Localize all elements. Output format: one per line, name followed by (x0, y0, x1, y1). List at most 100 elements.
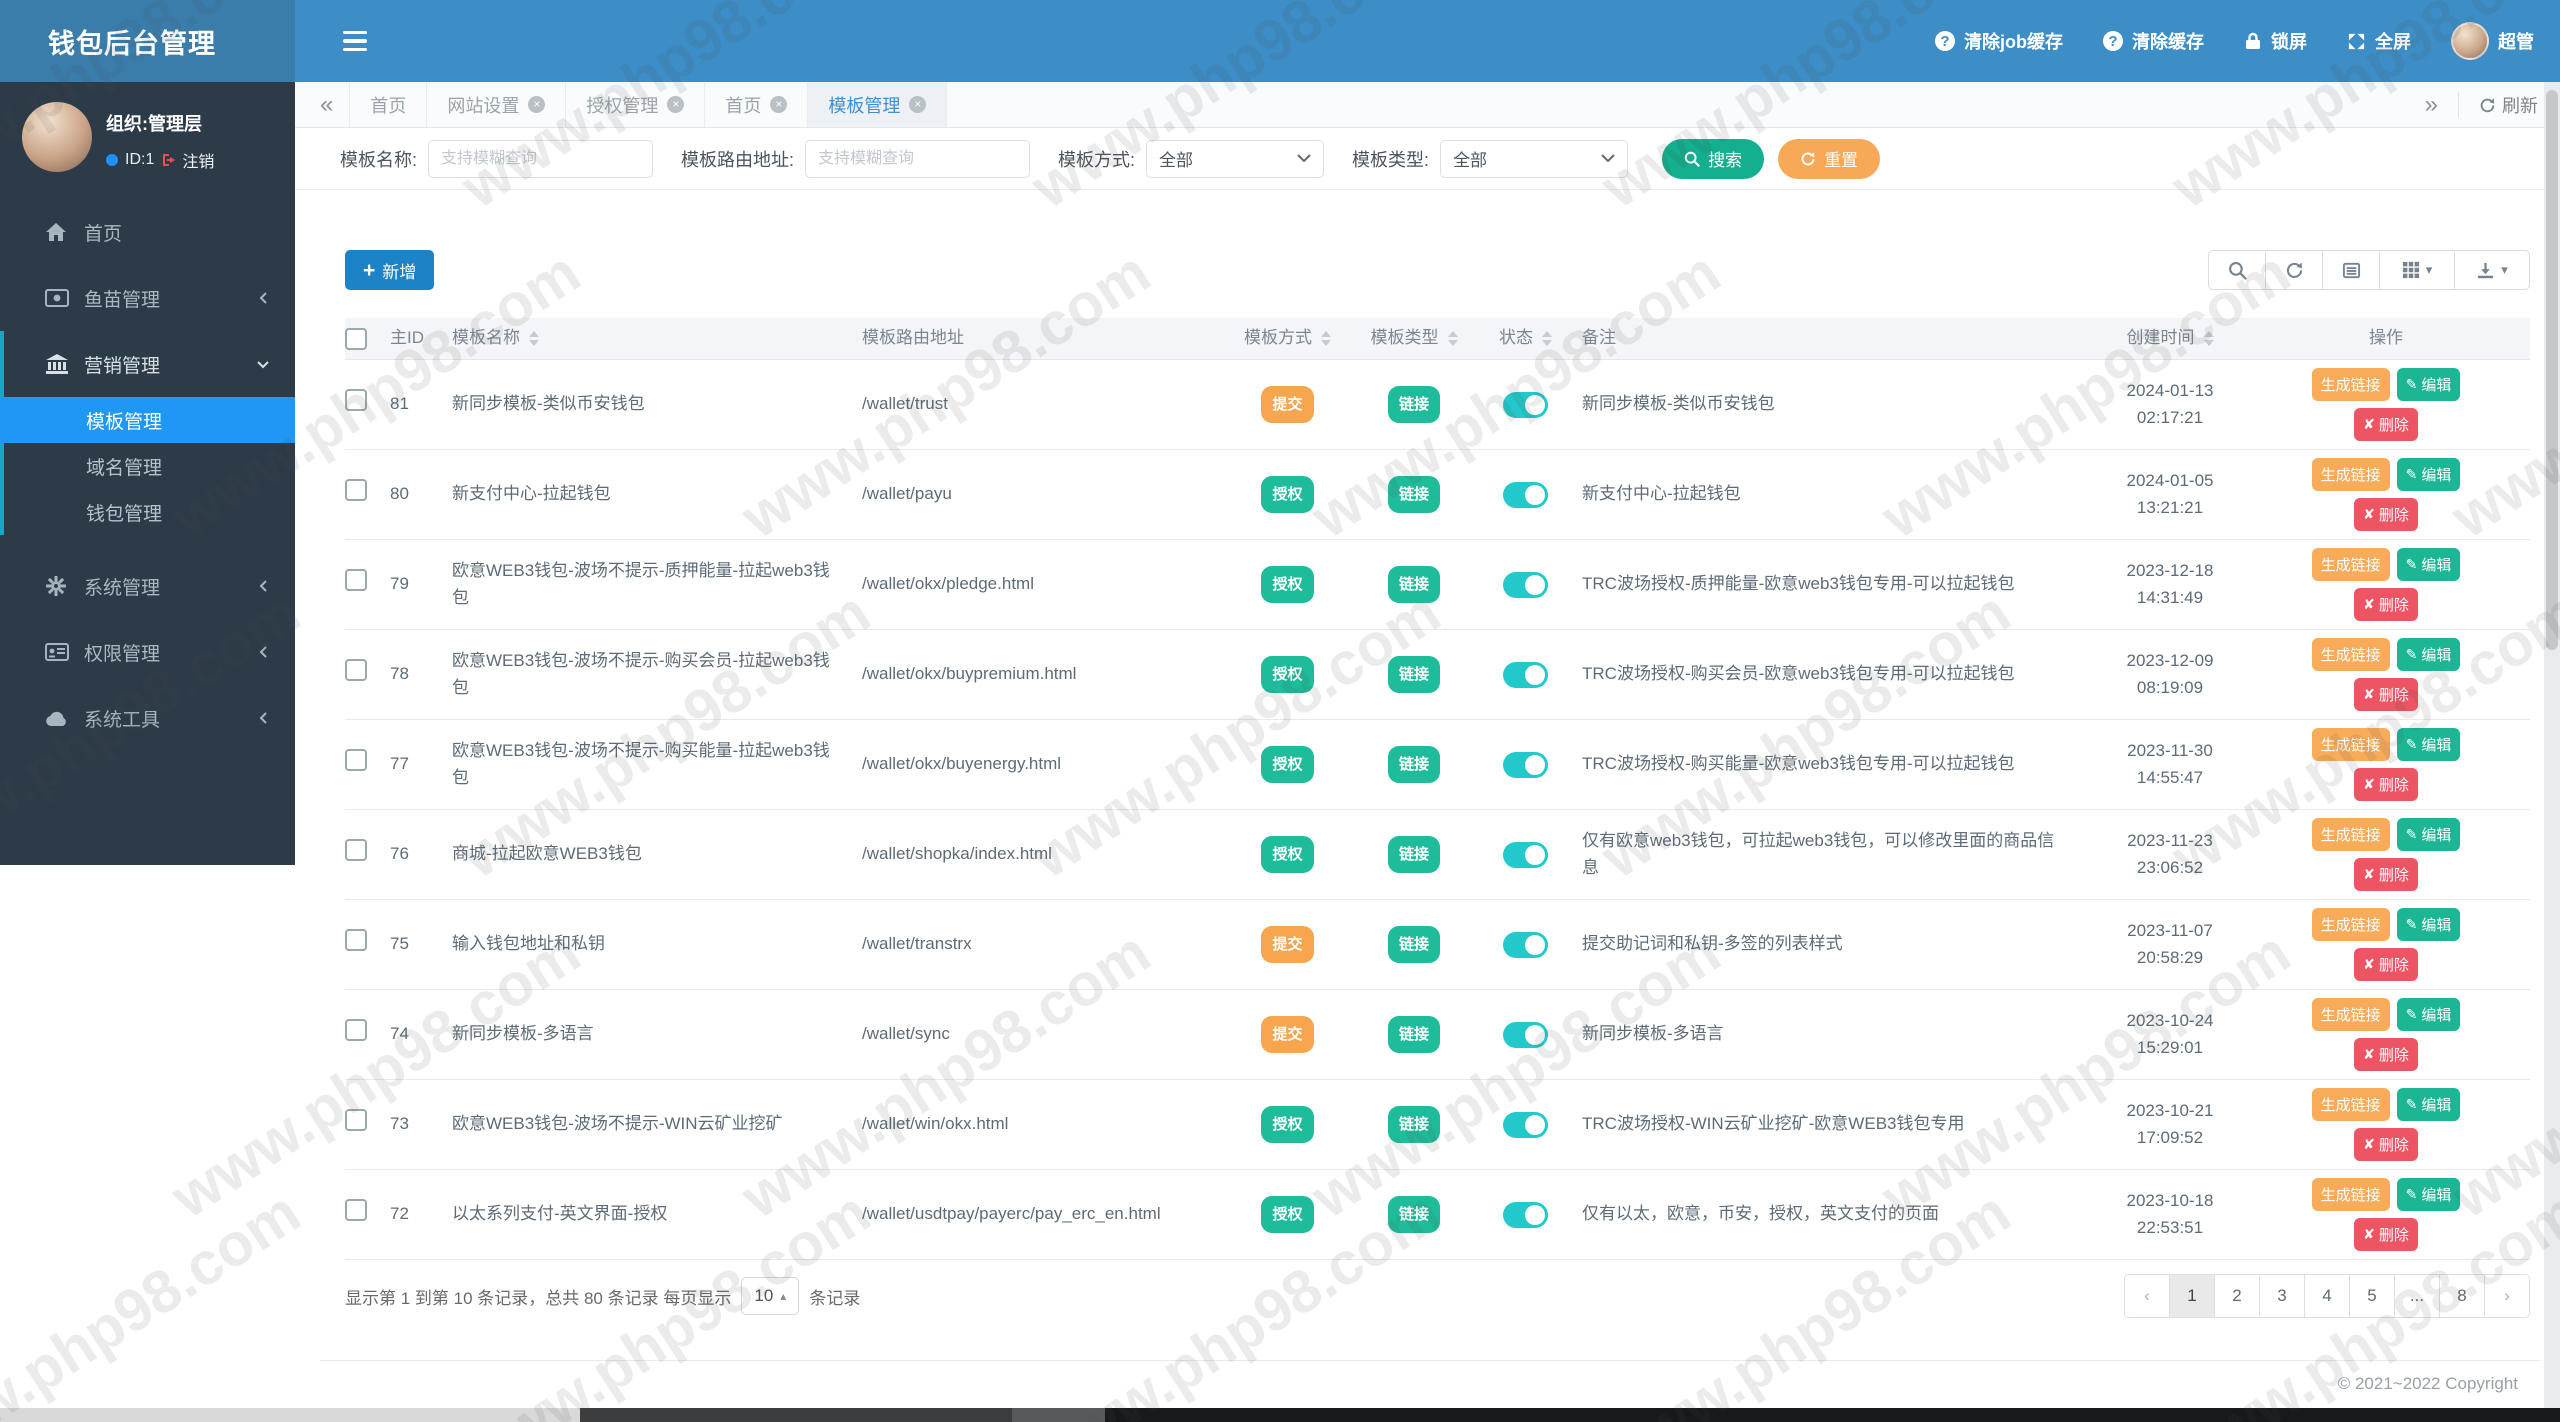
generate-link-button[interactable]: 生成链接 (2311, 998, 2390, 1031)
page-button-3[interactable]: 3 (2259, 1274, 2305, 1318)
page-button-8[interactable]: 8 (2439, 1274, 2485, 1318)
sort-icon[interactable] (1542, 331, 1552, 346)
row-checkbox[interactable] (345, 569, 367, 592)
column-header[interactable]: 模板类型 (1371, 325, 1439, 351)
sort-icon[interactable] (529, 331, 539, 346)
user-menu[interactable]: 超管 (2451, 22, 2534, 60)
template-mode-select[interactable]: 全部 (1146, 139, 1325, 178)
delete-button[interactable]: ✘ 删除 (2354, 1038, 2418, 1071)
edit-button[interactable]: ✎ 编辑 (2396, 728, 2461, 761)
refresh-table-button[interactable] (2265, 250, 2323, 290)
delete-button[interactable]: ✘ 删除 (2354, 498, 2418, 531)
status-toggle[interactable] (1503, 391, 1548, 418)
sort-icon[interactable] (1447, 331, 1458, 346)
close-icon[interactable]: × (528, 96, 546, 113)
generate-link-button[interactable]: 生成链接 (2311, 368, 2390, 401)
tab-template-management[interactable]: 模板管理 × (808, 82, 948, 127)
generate-link-button[interactable]: 生成链接 (2311, 728, 2390, 761)
column-header[interactable]: 模板名称 (452, 325, 520, 351)
edit-button[interactable]: ✎ 编辑 (2396, 638, 2461, 671)
add-button[interactable]: + 新增 (345, 250, 435, 290)
edit-button[interactable]: ✎ 编辑 (2396, 998, 2461, 1031)
row-checkbox[interactable] (345, 1019, 367, 1042)
row-checkbox[interactable] (345, 929, 367, 952)
logout-button[interactable]: 注销 (161, 148, 214, 172)
delete-button[interactable]: ✘ 删除 (2354, 1218, 2418, 1251)
status-toggle[interactable] (1503, 1111, 1548, 1138)
row-checkbox[interactable] (345, 1109, 367, 1132)
sidebar-item-system[interactable]: 系统管理 (0, 553, 295, 619)
page-button-5[interactable]: 5 (2349, 1274, 2395, 1318)
page-size-select[interactable]: 10 ▴ (741, 1277, 800, 1315)
columns-button[interactable]: ▾ (2379, 250, 2455, 290)
sidebar-item-home[interactable]: 首页 (0, 199, 295, 265)
column-header[interactable]: 备注 (1582, 325, 1616, 351)
status-toggle[interactable] (1503, 571, 1548, 598)
edit-button[interactable]: ✎ 编辑 (2396, 1178, 2461, 1211)
column-header[interactable]: 模板路由地址 (862, 325, 964, 351)
sidebar-item-wallet-management[interactable]: 钱包管理 (4, 489, 295, 535)
delete-button[interactable]: ✘ 删除 (2354, 678, 2418, 711)
page-button-2[interactable]: 2 (2214, 1274, 2260, 1318)
edit-button[interactable]: ✎ 编辑 (2396, 548, 2461, 581)
tab-home[interactable]: 首页 (349, 82, 428, 127)
scrollbar-thumb[interactable] (2546, 90, 2558, 650)
row-checkbox[interactable] (345, 749, 367, 772)
delete-button[interactable]: ✘ 删除 (2354, 408, 2418, 441)
close-icon[interactable]: × (667, 96, 685, 113)
generate-link-button[interactable]: 生成链接 (2311, 1178, 2390, 1211)
status-toggle[interactable] (1503, 841, 1548, 868)
edit-button[interactable]: ✎ 编辑 (2396, 818, 2461, 851)
template-type-select[interactable]: 全部 (1440, 139, 1629, 178)
sidebar-item-marketing[interactable]: 营销管理 (4, 331, 295, 397)
search-toggle-button[interactable] (2208, 250, 2266, 290)
page-button-...[interactable]: ... (2394, 1274, 2440, 1318)
column-header[interactable]: 主ID (390, 325, 424, 351)
tabs-scroll-right-button[interactable]: » (2425, 91, 2438, 119)
column-header[interactable]: 创建时间 (2127, 325, 2195, 351)
row-checkbox[interactable] (345, 1199, 367, 1222)
sidebar-item-domain-management[interactable]: 域名管理 (4, 443, 295, 489)
generate-link-button[interactable]: 生成链接 (2311, 638, 2390, 671)
column-header[interactable]: 模板方式 (1244, 325, 1312, 351)
template-name-input[interactable] (428, 139, 654, 178)
sidebar-item-permission[interactable]: 权限管理 (0, 619, 295, 685)
export-button[interactable]: ▾ (2454, 250, 2530, 290)
sidebar-item-fish[interactable]: 鱼苗管理 (0, 265, 295, 331)
sort-icon[interactable] (1321, 331, 1331, 346)
generate-link-button[interactable]: 生成链接 (2311, 548, 2390, 581)
page-button-4[interactable]: 4 (2304, 1274, 2350, 1318)
lock-screen-button[interactable]: 锁屏 (2244, 28, 2307, 54)
search-button[interactable]: 搜索 (1662, 138, 1765, 179)
generate-link-button[interactable]: 生成链接 (2311, 458, 2390, 491)
delete-button[interactable]: ✘ 删除 (2354, 1128, 2418, 1161)
generate-link-button[interactable]: 生成链接 (2311, 818, 2390, 851)
row-checkbox[interactable] (345, 479, 367, 502)
page-button-1[interactable]: 1 (2169, 1274, 2215, 1318)
status-toggle[interactable] (1503, 931, 1548, 958)
tabs-scroll-left-button[interactable]: « (320, 91, 333, 119)
generate-link-button[interactable]: 生成链接 (2311, 1088, 2390, 1121)
row-checkbox[interactable] (345, 659, 367, 682)
tab-home-2[interactable]: 首页 × (705, 82, 809, 127)
edit-button[interactable]: ✎ 编辑 (2396, 1088, 2461, 1121)
clear-job-cache-button[interactable]: ? 清除job缓存 (1935, 28, 2063, 54)
column-header[interactable]: 状态 (1499, 325, 1533, 351)
status-toggle[interactable] (1503, 751, 1548, 778)
next-page-button[interactable]: › (2484, 1274, 2530, 1318)
vertical-scrollbar[interactable] (2544, 82, 2560, 1408)
template-route-input[interactable] (805, 139, 1031, 178)
toggle-view-button[interactable] (2322, 250, 2380, 290)
edit-button[interactable]: ✎ 编辑 (2396, 908, 2461, 941)
edit-button[interactable]: ✎ 编辑 (2396, 368, 2461, 401)
close-icon[interactable]: × (909, 96, 927, 113)
generate-link-button[interactable]: 生成链接 (2311, 908, 2390, 941)
tab-site-settings[interactable]: 网站设置 × (427, 82, 567, 127)
sidebar-item-tools[interactable]: 系统工具 (0, 685, 295, 751)
delete-button[interactable]: ✘ 删除 (2354, 858, 2418, 891)
fullscreen-button[interactable]: 全屏 (2347, 28, 2411, 54)
sidebar-toggle-button[interactable] (343, 30, 367, 52)
status-toggle[interactable] (1503, 1021, 1548, 1048)
status-toggle[interactable] (1503, 481, 1548, 508)
delete-button[interactable]: ✘ 删除 (2354, 768, 2418, 801)
